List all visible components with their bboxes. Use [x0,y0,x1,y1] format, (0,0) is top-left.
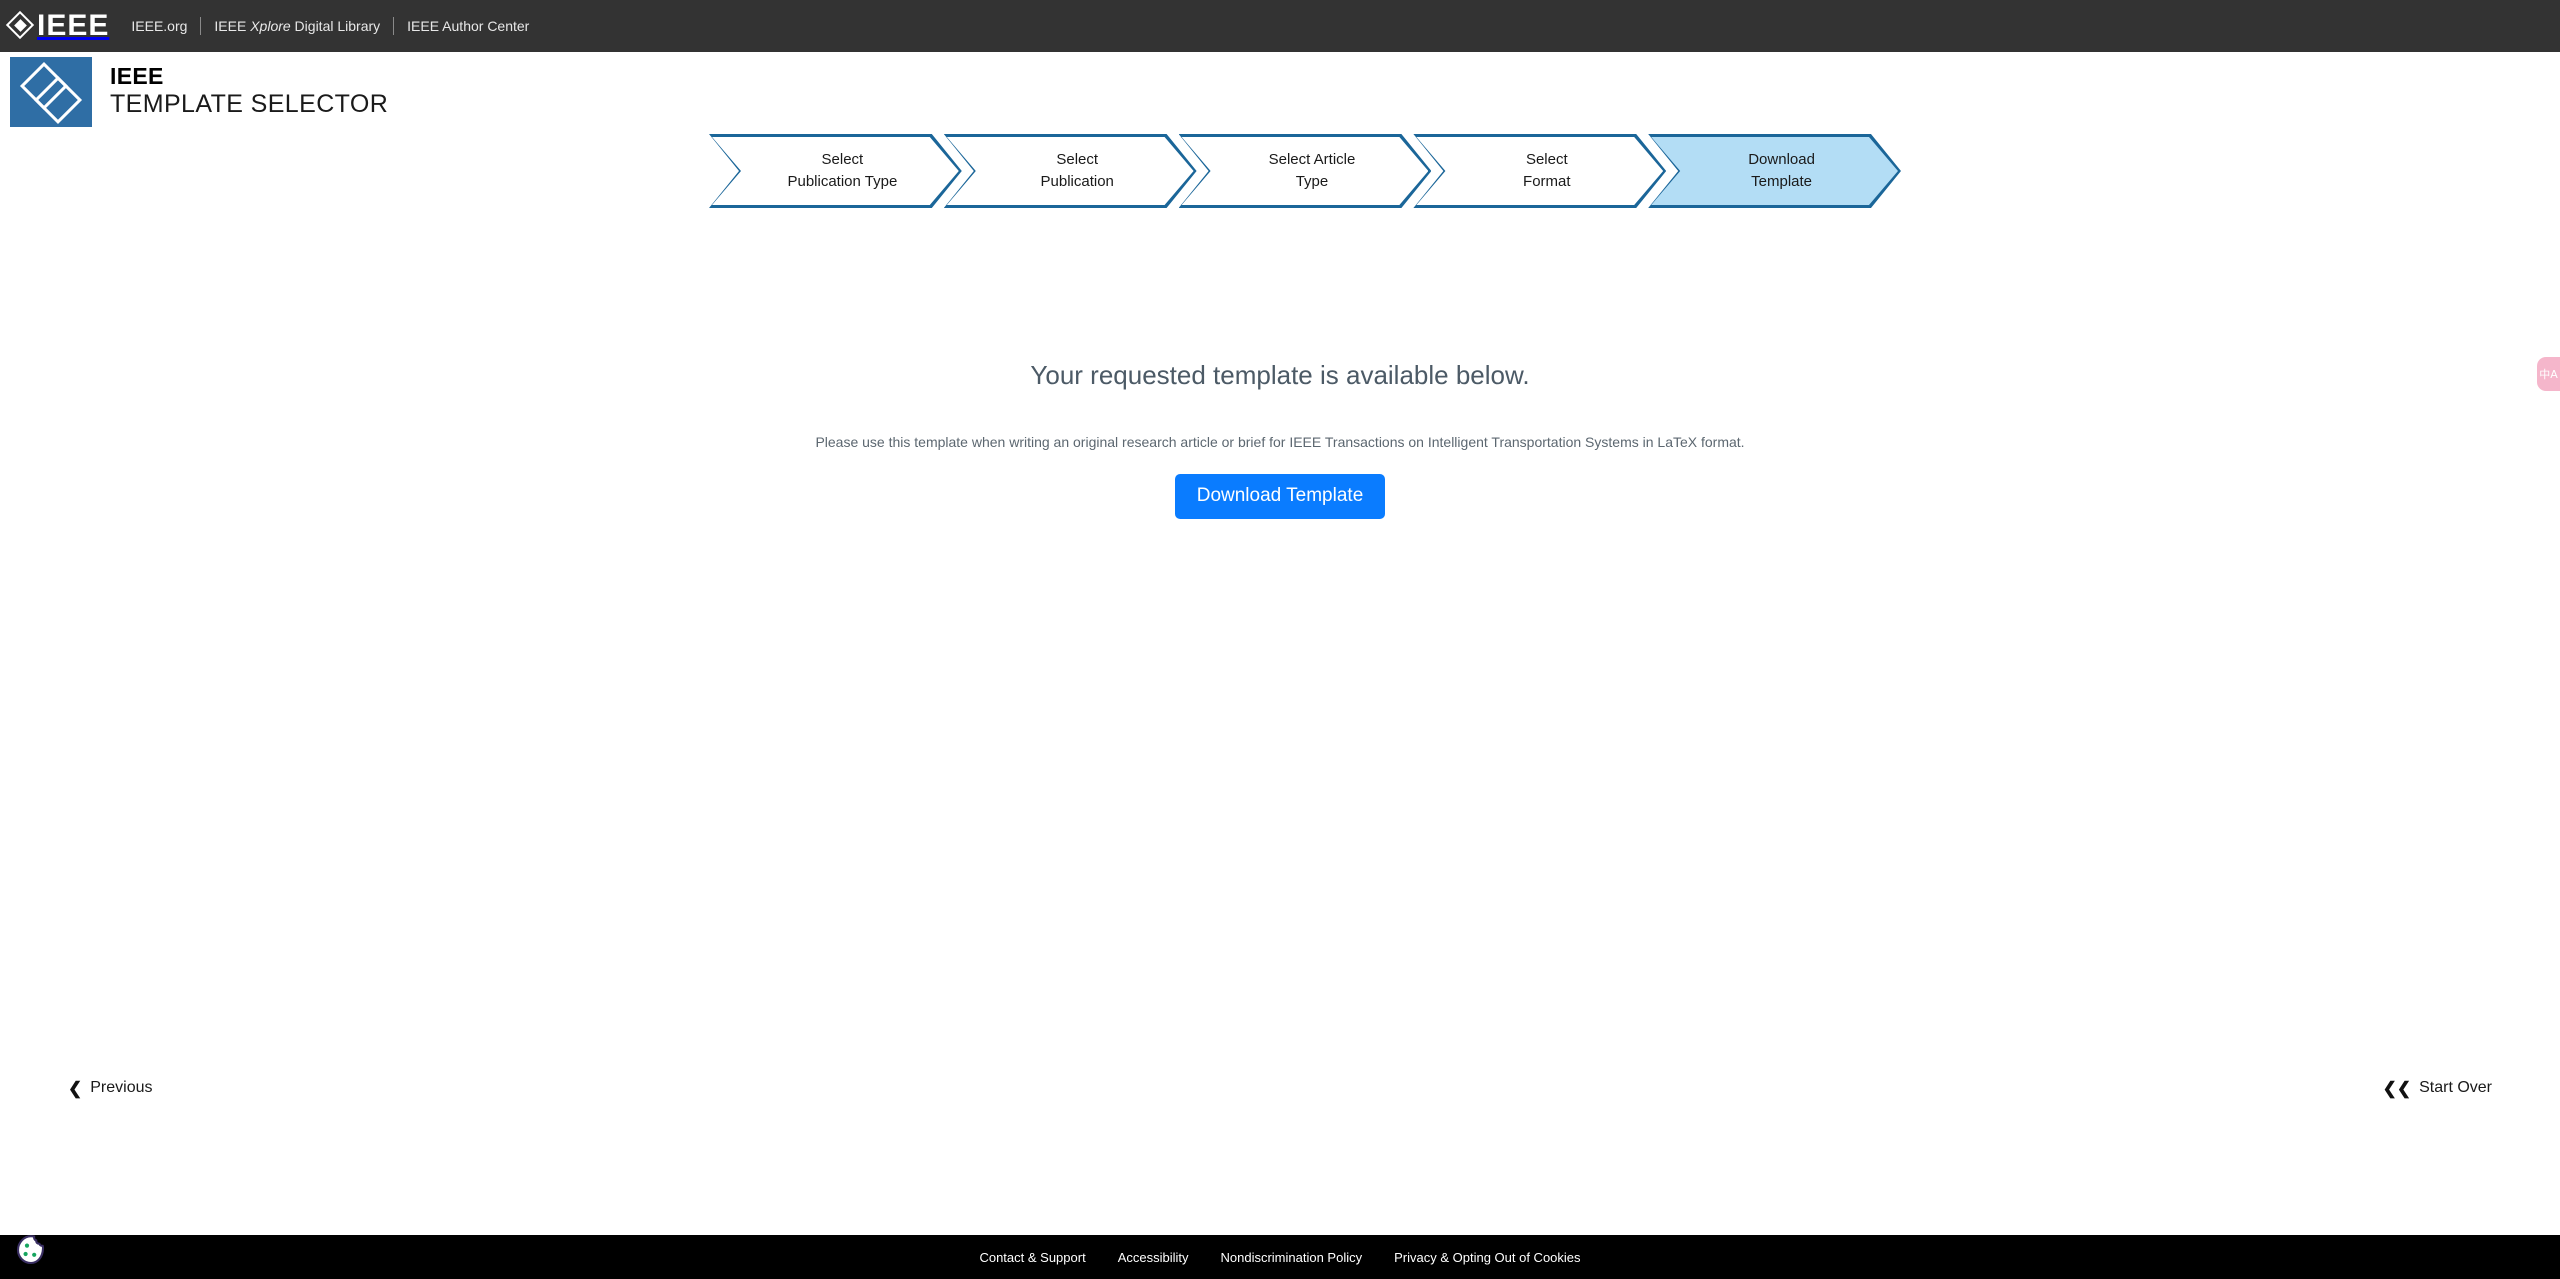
ieee-logo-link[interactable]: IEEE [5,9,110,42]
stepper-step-label: Download Template [1748,150,1815,191]
utility-nav: IEEE.org IEEE Xplore Digital Library IEE… [131,15,542,37]
translate-widget-tab[interactable]: 中A [2537,357,2560,391]
stepper-step-download-template[interactable]: Download Template [1648,134,1901,208]
ieee-logo-text: IEEE [37,9,110,42]
download-button-wrapper: Download Template [0,474,2560,519]
stepper-step-label: Select Article Type [1268,150,1356,191]
start-over-button[interactable]: ❮❮ Start Over [2383,1079,2492,1097]
brand-header: IEEE TEMPLATE SELECTOR [0,52,2560,132]
previous-button-label: Previous [90,1079,153,1096]
footer-link-nondiscrimination-policy[interactable]: Nondiscrimination Policy [1220,1250,1362,1265]
result-headline: Your requested template is available bel… [1030,360,1530,391]
brand-title-block: IEEE TEMPLATE SELECTOR [110,62,389,121]
ieee-diamond-logo-icon [5,10,35,40]
stepper-step-select-format[interactable]: Select Format [1413,134,1666,208]
chevron-left-icon: ❮ [68,1078,83,1098]
footer-link-privacy-cookies[interactable]: Privacy & Opting Out of Cookies [1394,1250,1580,1265]
ieee-double-diamond-icon [10,57,92,127]
brand-title-ieee: IEEE [110,62,164,89]
utility-link-ieee-org[interactable]: IEEE.org [131,15,200,37]
utility-link-ieee-author-center[interactable]: IEEE Author Center [394,15,542,37]
translate-icon: 中A [2539,367,2558,381]
result-description: Please use this template when writing an… [815,434,1745,450]
stepper-step-select-publication-type[interactable]: Select Publication Type [709,134,962,208]
stepper-step-select-article-type[interactable]: Select Article Type [1179,134,1432,208]
main-content: Your requested template is available bel… [0,208,2560,1038]
site-footer: Contact & Support Accessibility Nondiscr… [0,1235,2560,1279]
stepper-step-label: Select Publication [1040,150,1114,191]
utility-link-ieee-xplore[interactable]: IEEE Xplore Digital Library [201,15,393,37]
start-over-button-label: Start Over [2419,1079,2492,1096]
double-chevron-left-icon: ❮❮ [2382,1078,2412,1098]
footer-link-contact-support[interactable]: Contact & Support [979,1250,1085,1265]
previous-button[interactable]: ❮ Previous [68,1079,153,1097]
cookie-consent-icon[interactable] [14,1233,48,1267]
stepper-step-select-publication[interactable]: Select Publication [944,134,1197,208]
progress-stepper: Select Publication Type Select Publicati… [709,134,1901,208]
stepper-step-label: Select Format [1523,150,1571,191]
page-title: TEMPLATE SELECTOR [110,90,389,119]
utility-bar: IEEE IEEE.org IEEE Xplore Digital Librar… [0,0,2560,52]
footer-link-accessibility[interactable]: Accessibility [1118,1250,1189,1265]
stepper-step-label: Select Publication Type [787,150,898,191]
download-template-button[interactable]: Download Template [1174,474,1386,519]
wizard-navigation: ❮ Previous ❮❮ Start Over [0,1075,2560,1115]
